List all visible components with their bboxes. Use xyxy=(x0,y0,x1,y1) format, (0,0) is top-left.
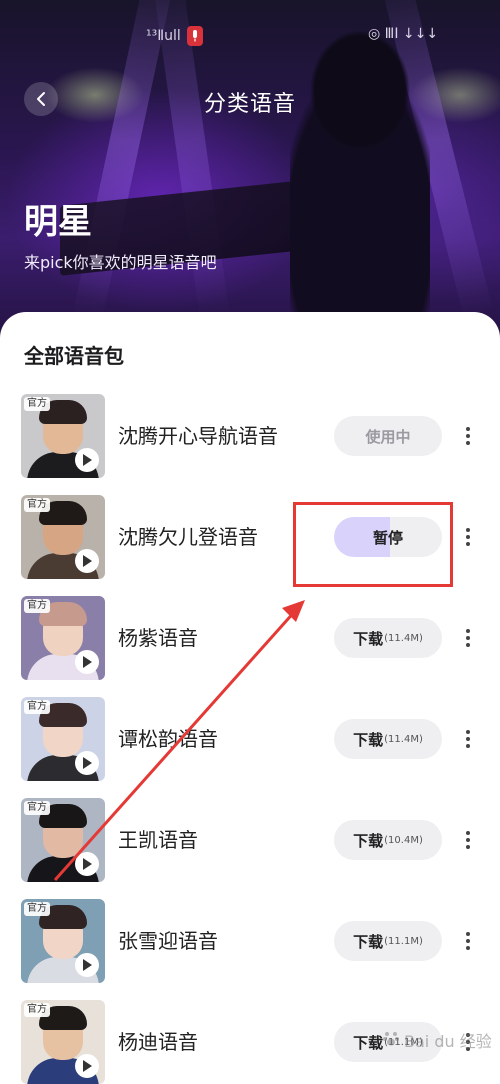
watermark: Bai du 经验 xyxy=(382,1028,492,1052)
paw-icon xyxy=(382,1029,400,1051)
watermark-text: Bai du 经验 xyxy=(404,1032,492,1051)
annotation-arrow xyxy=(53,600,305,881)
